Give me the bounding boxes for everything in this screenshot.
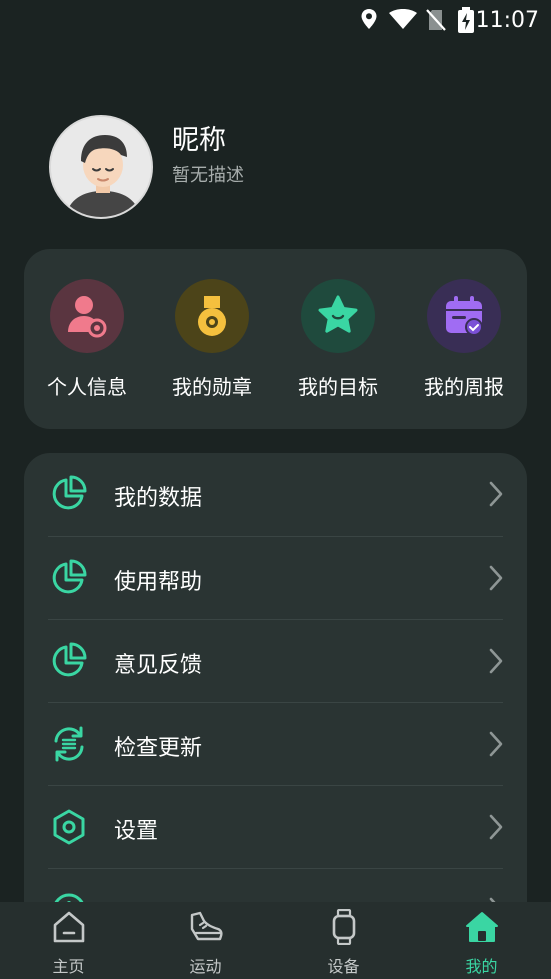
wifi-icon (389, 9, 417, 29)
quick-action-label: 我的勋章 (172, 375, 252, 399)
tab-label: 设备 (327, 957, 360, 976)
chevron-right-icon (489, 648, 503, 674)
shoe-icon (190, 911, 223, 941)
menu-item-my-data[interactable]: 我的数据 (24, 453, 527, 536)
pie-chart-icon (52, 475, 87, 510)
hexagon-settings-icon (53, 809, 85, 845)
refresh-icon (54, 726, 84, 762)
menu-item-label: 意见反馈 (114, 653, 203, 678)
quick-action-goal[interactable]: 我的目标 (275, 279, 401, 409)
menu-item-check-update[interactable]: 检查更新 (24, 703, 527, 786)
star-goal-icon (318, 295, 358, 333)
quick-action-circle (427, 279, 501, 353)
tab-label: 运动 (189, 957, 222, 976)
medal-icon (198, 296, 226, 336)
pie-chart-icon (52, 559, 87, 594)
location-icon (361, 9, 377, 29)
home-icon (53, 911, 85, 943)
quick-action-label: 我的周报 (424, 375, 504, 399)
menu-item-settings[interactable]: 设置 (24, 786, 527, 869)
quick-action-circle (50, 279, 124, 353)
menu-item-label: 设置 (114, 819, 159, 844)
tab-device[interactable]: 设备 (275, 902, 412, 979)
watch-icon (332, 909, 356, 945)
quick-action-medal[interactable]: 我的勋章 (149, 279, 275, 409)
nickname[interactable]: 昵称 (172, 118, 226, 157)
avatar-person-icon (51, 117, 151, 217)
status-bar: 11:07 (0, 0, 551, 40)
tab-label: 我的 (465, 957, 498, 976)
bottom-tab-bar: 主页 运动 设备 我的 (0, 902, 551, 979)
menu-card: 我的数据 使用帮助 意见反馈 检查更新 设置 (24, 453, 527, 923)
weekly-report-icon (446, 296, 483, 336)
pie-chart-icon (52, 642, 87, 677)
tab-sport[interactable]: 运动 (137, 902, 274, 979)
menu-item-label: 我的数据 (114, 486, 203, 511)
avatar[interactable] (49, 115, 153, 219)
no-sim-icon (426, 9, 446, 31)
tab-home[interactable]: 主页 (0, 902, 137, 979)
menu-item-label: 检查更新 (114, 736, 203, 761)
quick-action-circle (301, 279, 375, 353)
quick-action-label: 我的目标 (298, 375, 378, 399)
chevron-right-icon (489, 814, 503, 840)
menu-item-label: 使用帮助 (114, 570, 203, 595)
quick-action-personal-info[interactable]: 个人信息 (24, 279, 150, 409)
menu-item-help[interactable]: 使用帮助 (24, 537, 527, 620)
tab-mine[interactable]: 我的 (413, 902, 550, 979)
chevron-right-icon (489, 731, 503, 757)
quick-action-label: 个人信息 (47, 375, 127, 399)
quick-action-circle (175, 279, 249, 353)
chevron-right-icon (489, 565, 503, 591)
quick-actions-card: 个人信息 我的勋章 我的目标 我的周报 (24, 249, 527, 429)
profile-description: 暂无描述 (172, 165, 244, 186)
chevron-right-icon (489, 481, 503, 507)
personal-info-icon (68, 296, 107, 338)
status-time: 11:07 (475, 8, 539, 33)
tab-label: 主页 (52, 957, 85, 976)
home-filled-icon (466, 912, 498, 942)
menu-item-feedback[interactable]: 意见反馈 (24, 620, 527, 703)
quick-action-weekly-report[interactable]: 我的周报 (401, 279, 527, 409)
battery-charging-icon (458, 7, 474, 33)
